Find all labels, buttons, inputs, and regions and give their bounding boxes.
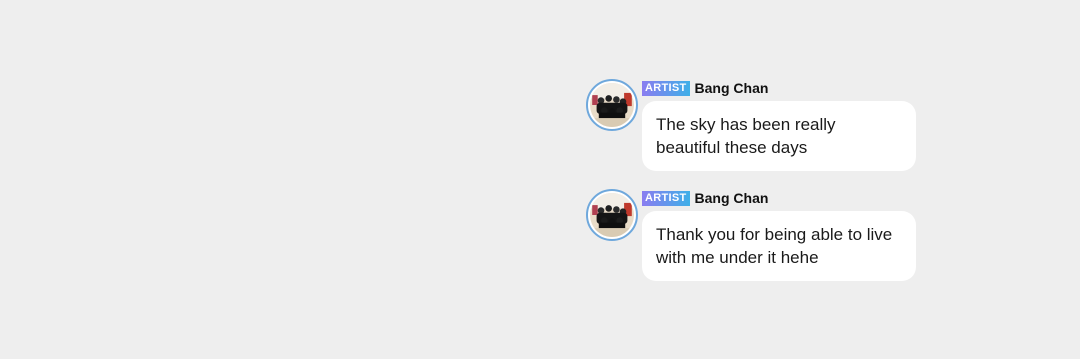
message-bubble[interactable]: The sky has been really beautiful these … <box>642 101 916 171</box>
message-header: ARTIST Bang Chan <box>642 79 768 97</box>
message-bubble[interactable]: Thank you for being able to live with me… <box>642 211 916 281</box>
message-header: ARTIST Bang Chan <box>642 189 768 207</box>
chat-screen: ARTIST Bang Chan The sky has been really… <box>0 0 1080 359</box>
group-photo-icon <box>590 83 634 127</box>
author-name[interactable]: Bang Chan <box>695 190 769 206</box>
artist-badge: ARTIST <box>642 80 690 96</box>
message-item: ARTIST Bang Chan The sky has been really… <box>586 78 926 188</box>
avatar[interactable] <box>586 189 638 241</box>
message-list: ARTIST Bang Chan The sky has been really… <box>586 78 926 298</box>
artist-badge: ARTIST <box>642 190 690 206</box>
avatar[interactable] <box>586 79 638 131</box>
author-name[interactable]: Bang Chan <box>695 80 769 96</box>
group-photo-icon <box>590 193 634 237</box>
message-item: ARTIST Bang Chan Thank you for being abl… <box>586 188 926 298</box>
